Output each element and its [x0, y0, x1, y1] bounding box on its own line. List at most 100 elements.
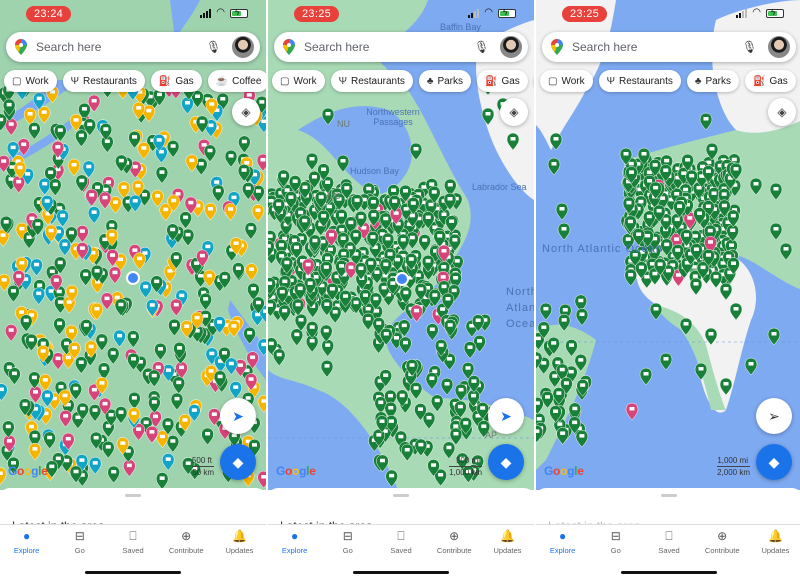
signal-icon — [200, 8, 212, 18]
wifi-icon: ◠ — [484, 7, 493, 18]
directions-button[interactable]: ◆ — [756, 444, 792, 480]
go-commute-icon: ⊟ — [74, 529, 85, 543]
bottom-sheet[interactable]: Latest in the area — [536, 488, 800, 528]
microphone-icon[interactable]: 🎙 — [742, 40, 757, 54]
nav-saved[interactable]: ⎕ Saved — [106, 525, 159, 558]
my-location-button[interactable]: ➤ — [488, 398, 524, 434]
map-view[interactable]: North Atlantic Ocean 23:25 ◠ ϟ Search he… — [536, 0, 800, 490]
map-view[interactable]: 23:24 ◠ ϟ Search here 🎙 ▢ Work Ψ Restauran… — [0, 0, 266, 490]
layers-button[interactable]: ◈ — [232, 98, 260, 126]
map-label-mb: MB — [327, 191, 341, 201]
navigation-arrow-outline-icon: ➢ — [768, 407, 780, 424]
nav-updates[interactable]: 🔔 Updates — [213, 525, 266, 558]
my-location-button[interactable]: ➤ — [220, 398, 256, 434]
search-input[interactable]: Search here — [36, 40, 206, 54]
search-bar[interactable]: Search here 🎙 — [542, 32, 796, 62]
chip-restaurants[interactable]: Ψ Restaurants — [62, 70, 145, 92]
chip-restaurants[interactable]: Ψ Restaurants — [330, 70, 413, 92]
briefcase-icon: ▢ — [548, 75, 558, 87]
bottom-sheet[interactable]: Latest in the area — [0, 488, 266, 528]
search-input[interactable]: Search here — [572, 40, 742, 54]
map-view[interactable]: Baffin Bay Northwestern Passages NU Huds… — [268, 0, 534, 490]
sheet-drag-handle[interactable] — [661, 494, 677, 497]
directions-icon: ◆ — [768, 453, 780, 470]
directions-icon: ◆ — [500, 453, 512, 470]
scale-top: 500 mi — [449, 455, 482, 467]
nav-explore[interactable]: ● Explore — [0, 525, 53, 558]
directions-button[interactable]: ◆ — [488, 444, 524, 480]
coffee-icon: ☕ — [215, 75, 229, 87]
scale-bottom: 1,000 km — [449, 468, 482, 477]
battery-icon: ϟ — [766, 8, 784, 18]
nav-updates[interactable]: 🔔 Updates — [481, 525, 534, 558]
search-bar[interactable]: Search here 🎙 — [274, 32, 528, 62]
nav-go[interactable]: ⊟ Go — [53, 525, 106, 558]
map-label-north-atlantic-ocean: North Atlantic Ocean — [542, 243, 663, 255]
chip-parks[interactable]: ♣ Parks — [686, 70, 740, 92]
chip-gas[interactable]: ⛽ Gas — [745, 70, 796, 92]
nav-updates[interactable]: 🔔 Updates — [749, 525, 800, 558]
nav-saved[interactable]: ⎕ Saved — [642, 525, 695, 558]
search-bar[interactable]: Search here 🎙 — [6, 32, 260, 62]
sheet-drag-handle[interactable] — [125, 494, 141, 497]
bottom-sheet[interactable]: Latest in the area — [268, 488, 534, 528]
nav-label: Updates — [493, 546, 522, 555]
chip-label: Restaurants — [618, 75, 673, 87]
scale-top: 500 ft — [191, 456, 214, 467]
home-indicator[interactable] — [353, 571, 449, 574]
scale-top: 1,000 mi — [717, 456, 750, 467]
account-avatar[interactable] — [232, 36, 254, 58]
account-avatar[interactable] — [768, 36, 790, 58]
signal-icon — [736, 8, 748, 18]
saved-bookmark-icon: ⎕ — [665, 529, 673, 543]
map-label-nu: NU — [337, 119, 350, 129]
home-indicator[interactable] — [85, 571, 181, 574]
account-avatar[interactable] — [500, 36, 522, 58]
park-icon: ♣ — [426, 75, 434, 87]
microphone-icon[interactable]: 🎙 — [206, 40, 221, 54]
nav-explore[interactable]: ● Explore — [536, 525, 589, 558]
google-maps-logo-icon — [551, 39, 563, 55]
my-location-button[interactable]: ➢ — [756, 398, 792, 434]
battery-icon: ϟ — [230, 8, 248, 18]
chip-gas[interactable]: ⛽ Gas — [150, 70, 202, 92]
explore-pin-icon: ● — [558, 529, 567, 543]
navigation-arrow-icon: ➤ — [500, 407, 512, 424]
battery-icon: ϟ — [498, 8, 516, 18]
sheet-drag-handle[interactable] — [393, 494, 409, 497]
wifi-icon: ◠ — [216, 7, 225, 18]
layers-button[interactable]: ◈ — [500, 98, 528, 126]
nav-go[interactable]: ⊟ Go — [321, 525, 374, 558]
chip-work[interactable]: ▢ Work — [540, 70, 593, 92]
nav-label: Go — [610, 546, 621, 555]
chip-work[interactable]: ▢ Work — [4, 70, 57, 92]
nav-contribute[interactable]: ⊕ Contribute — [160, 525, 213, 558]
search-input[interactable]: Search here — [304, 40, 474, 54]
map-label-northwestern-passages: Northwestern Passages — [366, 107, 420, 127]
updates-bell-icon: 🔔 — [231, 529, 247, 543]
chip-coffee[interactable]: ☕ Coffee — [207, 70, 266, 92]
nav-contribute[interactable]: ⊕ Contribute — [696, 525, 749, 558]
chip-work[interactable]: ▢ Work — [272, 70, 325, 92]
chip-restaurants[interactable]: Ψ Restaurants — [598, 70, 681, 92]
microphone-icon[interactable]: 🎙 — [474, 40, 489, 54]
status-bar: 23:24 ◠ ϟ — [0, 4, 266, 24]
phone-screen-3: North Atlantic Ocean 23:25 ◠ ϟ Search he… — [536, 0, 800, 579]
layers-icon: ◈ — [777, 105, 787, 119]
chip-gas[interactable]: ⛽ Gas — [477, 70, 528, 92]
google-logo: Google — [276, 464, 316, 478]
nav-saved[interactable]: ⎕ Saved — [374, 525, 427, 558]
chip-parks[interactable]: ♣ Parks — [418, 70, 472, 92]
explore-pin-icon: ● — [290, 529, 299, 543]
signal-icon — [468, 8, 480, 18]
chip-label: Parks — [437, 75, 464, 87]
chip-label: Gas — [501, 75, 520, 87]
home-indicator[interactable] — [621, 571, 717, 574]
nav-explore[interactable]: ● Explore — [268, 525, 321, 558]
nav-label: Saved — [658, 546, 680, 555]
directions-button[interactable]: ◆ — [220, 444, 256, 480]
scale-bottom: 50 km — [192, 468, 214, 477]
nav-contribute[interactable]: ⊕ Contribute — [428, 525, 481, 558]
layers-button[interactable]: ◈ — [768, 98, 796, 126]
nav-go[interactable]: ⊟ Go — [589, 525, 642, 558]
